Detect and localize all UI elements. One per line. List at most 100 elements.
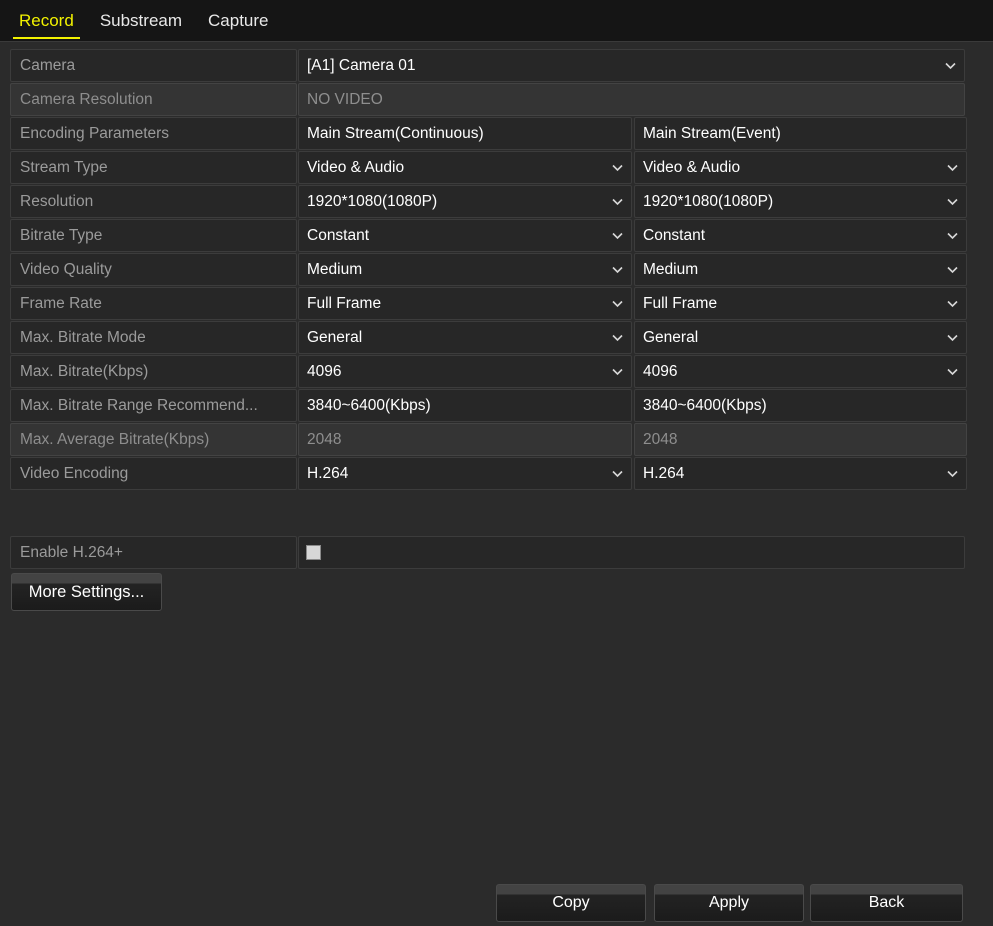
chevron-down-icon (947, 300, 958, 308)
param-continuous-select[interactable]: H.264 (298, 457, 632, 490)
param-continuous-value: General (307, 328, 363, 346)
param-label-cell: Max. Bitrate Range Recommend... (10, 389, 297, 422)
encoding-parameters-label-cell: Encoding Parameters (10, 117, 297, 150)
footer-button-bar: Copy Apply Back (0, 884, 993, 926)
param-event-value: Constant (643, 226, 706, 244)
param-event-value: Medium (643, 260, 699, 278)
tab-bar: Record Substream Capture (0, 0, 993, 42)
param-event-value: 2048 (634, 423, 967, 456)
tab-record[interactable]: Record (6, 0, 87, 39)
table-row: Video Quality Medium Medium (10, 253, 967, 286)
tab-capture-label: Capture (208, 11, 269, 30)
chevron-down-icon (947, 164, 958, 172)
param-continuous-value: H.264 (307, 464, 349, 482)
enable-h264plus-value-cell (298, 536, 965, 569)
row-enable-h264plus: Enable H.264+ (10, 536, 965, 569)
encoding-parameters-continuous-header: Main Stream(Continuous) (298, 117, 632, 150)
param-label-cell: Bitrate Type (10, 219, 297, 252)
param-continuous-select[interactable]: Constant (298, 219, 632, 252)
param-label: Max. Bitrate Mode (20, 328, 146, 346)
param-event-value: 2048 (643, 430, 678, 448)
param-event-value: General (643, 328, 699, 346)
row-camera-resolution: Camera Resolution NO VIDEO (10, 83, 965, 116)
encoding-parameters-label: Encoding Parameters (20, 124, 170, 142)
param-continuous-value: Constant (307, 226, 370, 244)
back-button-label: Back (868, 894, 905, 911)
camera-select[interactable]: [A1] Camera 01 (298, 49, 965, 82)
apply-button[interactable]: Apply (654, 884, 804, 922)
chevron-down-icon (947, 232, 958, 240)
param-label: Stream Type (20, 158, 108, 176)
param-label: Frame Rate (20, 294, 102, 312)
param-label: Bitrate Type (20, 226, 103, 244)
param-continuous-value: 2048 (298, 423, 632, 456)
table-row: Max. Bitrate Range Recommend... 3840~6400… (10, 389, 967, 422)
parameter-rows: Stream Type Video & Audio Video & Audio Res… (10, 151, 967, 490)
param-event-value: 1920*1080(1080P) (643, 192, 774, 210)
chevron-down-icon (612, 334, 623, 342)
more-settings-label: More Settings... (28, 582, 145, 601)
camera-resolution-value-cell: NO VIDEO (298, 83, 965, 116)
param-event-select[interactable]: H.264 (634, 457, 967, 490)
copy-button-label: Copy (552, 894, 590, 911)
param-event-select[interactable]: Video & Audio (634, 151, 967, 184)
table-row: Bitrate Type Constant Constant (10, 219, 967, 252)
apply-button-label: Apply (708, 894, 750, 911)
record-settings-panel: Camera [A1] Camera 01 Camera Resolution … (10, 49, 967, 491)
param-continuous-select[interactable]: General (298, 321, 632, 354)
camera-label: Camera (20, 56, 76, 74)
param-continuous-select[interactable]: Full Frame (298, 287, 632, 320)
param-event-select[interactable]: Constant (634, 219, 967, 252)
param-event-select[interactable]: 4096 (634, 355, 967, 388)
param-continuous-select[interactable]: Video & Audio (298, 151, 632, 184)
back-button[interactable]: Back (810, 884, 963, 922)
chevron-down-icon (947, 368, 958, 376)
table-row: Video Encoding H.264 H.264 (10, 457, 967, 490)
table-row: Frame Rate Full Frame Full Frame (10, 287, 967, 320)
param-label: Max. Bitrate(Kbps) (20, 362, 149, 380)
param-continuous-select[interactable]: 4096 (298, 355, 632, 388)
chevron-down-icon (612, 164, 623, 172)
more-settings-button[interactable]: More Settings... (11, 573, 162, 611)
copy-button[interactable]: Copy (496, 884, 646, 922)
param-event-value: H.264 (643, 464, 685, 482)
param-label-cell: Stream Type (10, 151, 297, 184)
chevron-down-icon (612, 266, 623, 274)
tab-substream[interactable]: Substream (87, 0, 195, 29)
table-row: Resolution 1920*1080(1080P) 1920*1080(1080… (10, 185, 967, 218)
param-continuous-select[interactable]: 1920*1080(1080P) (298, 185, 632, 218)
param-label-cell: Max. Average Bitrate(Kbps) (10, 423, 297, 456)
param-event-value: 4096 (643, 362, 678, 380)
param-event-select[interactable]: Full Frame (634, 287, 967, 320)
param-label: Max. Average Bitrate(Kbps) (20, 430, 210, 448)
camera-resolution-label-cell: Camera Resolution (10, 83, 297, 116)
param-continuous-value: Full Frame (307, 294, 382, 312)
tab-substream-label: Substream (99, 11, 183, 30)
chevron-down-icon (947, 334, 958, 342)
param-label-cell: Max. Bitrate Mode (10, 321, 297, 354)
param-label: Max. Bitrate Range Recommend... (20, 396, 258, 414)
param-continuous-value: 3840~6400(Kbps) (298, 389, 632, 422)
camera-value: [A1] Camera 01 (307, 56, 416, 74)
param-continuous-value: Video & Audio (307, 158, 405, 176)
param-continuous-value: 4096 (307, 362, 342, 380)
encoding-parameters-event-header: Main Stream(Event) (634, 117, 967, 150)
param-label-cell: Resolution (10, 185, 297, 218)
enable-h264plus-label: Enable H.264+ (20, 543, 123, 561)
param-event-select[interactable]: 1920*1080(1080P) (634, 185, 967, 218)
table-row: Stream Type Video & Audio Video & Audio (10, 151, 967, 184)
encoding-parameters-continuous-label: Main Stream(Continuous) (307, 124, 484, 142)
enable-h264plus-checkbox[interactable] (306, 545, 321, 560)
param-event-value: 3840~6400(Kbps) (634, 389, 967, 422)
param-continuous-select[interactable]: Medium (298, 253, 632, 286)
tab-capture[interactable]: Capture (195, 0, 281, 29)
param-event-select[interactable]: General (634, 321, 967, 354)
param-event-select[interactable]: Medium (634, 253, 967, 286)
param-event-value: Full Frame (643, 294, 718, 312)
param-label: Resolution (20, 192, 94, 210)
row-encoding-parameters: Encoding Parameters Main Stream(Continuo… (10, 117, 967, 150)
param-continuous-value: 3840~6400(Kbps) (307, 396, 431, 414)
camera-label-cell: Camera (10, 49, 297, 82)
param-event-value: Video & Audio (643, 158, 741, 176)
chevron-down-icon (612, 198, 623, 206)
